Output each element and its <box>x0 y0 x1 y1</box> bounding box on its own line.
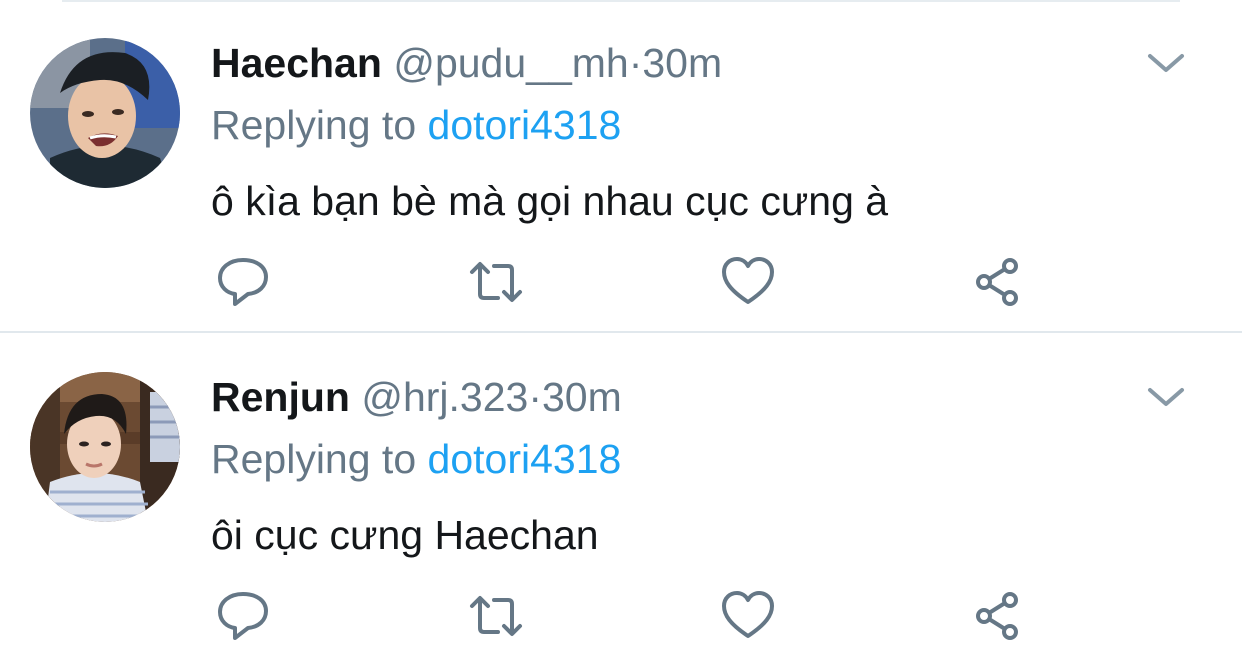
timestamp[interactable]: 30m <box>542 374 622 420</box>
avatar-photo <box>30 372 180 522</box>
retweet-icon <box>470 596 522 636</box>
tweet-divider <box>0 331 1242 333</box>
replying-to: Replying to dotori4318 <box>211 100 621 150</box>
reply-icon <box>218 592 268 640</box>
display-name[interactable]: Haechan <box>211 40 382 86</box>
retweet-icon <box>470 262 522 302</box>
user-handle[interactable]: @pudu__mh <box>393 40 628 86</box>
tweet-header: Renjun @hrj.323·30m <box>211 372 622 422</box>
tweet[interactable]: Haechan @pudu__mh·30m Replying to dotori… <box>0 0 1242 330</box>
avatar[interactable] <box>30 372 180 522</box>
tweet-header: Haechan @pudu__mh·30m <box>211 38 722 88</box>
retweet-button[interactable] <box>468 254 524 310</box>
share-icon <box>976 258 1018 306</box>
replying-to: Replying to dotori4318 <box>211 434 621 484</box>
replying-to-link[interactable]: dotori4318 <box>428 436 622 482</box>
reply-button[interactable] <box>215 588 271 644</box>
like-icon <box>722 257 774 304</box>
chevron-down-icon[interactable] <box>1146 382 1186 412</box>
like-button[interactable] <box>720 254 776 310</box>
display-name[interactable]: Renjun <box>211 374 350 420</box>
like-button[interactable] <box>720 588 776 644</box>
separator: · <box>528 374 542 420</box>
timestamp[interactable]: 30m <box>642 40 722 86</box>
tweet[interactable]: Renjun @hrj.323·30m Replying to dotori43… <box>0 334 1242 664</box>
replying-to-link[interactable]: dotori4318 <box>428 102 622 148</box>
separator: · <box>628 40 643 86</box>
avatar-photo <box>30 38 180 188</box>
avatar[interactable] <box>30 38 180 188</box>
user-handle[interactable]: @hrj.323 <box>361 374 528 420</box>
tweet-actions <box>0 254 1242 310</box>
reply-icon <box>218 258 268 306</box>
tweet-text: ôi cục cưng Haechan <box>211 512 599 558</box>
like-icon <box>722 591 774 638</box>
share-button[interactable] <box>970 588 1026 644</box>
retweet-button[interactable] <box>468 588 524 644</box>
share-icon <box>976 592 1018 640</box>
reply-button[interactable] <box>215 254 271 310</box>
replying-prefix: Replying to <box>211 102 417 148</box>
replying-prefix: Replying to <box>211 436 417 482</box>
chevron-down-icon[interactable] <box>1146 48 1186 78</box>
tweet-actions <box>0 588 1242 644</box>
share-button[interactable] <box>970 254 1026 310</box>
tweet-text: ô kìa bạn bè mà gọi nhau cục cưng à <box>211 178 889 224</box>
